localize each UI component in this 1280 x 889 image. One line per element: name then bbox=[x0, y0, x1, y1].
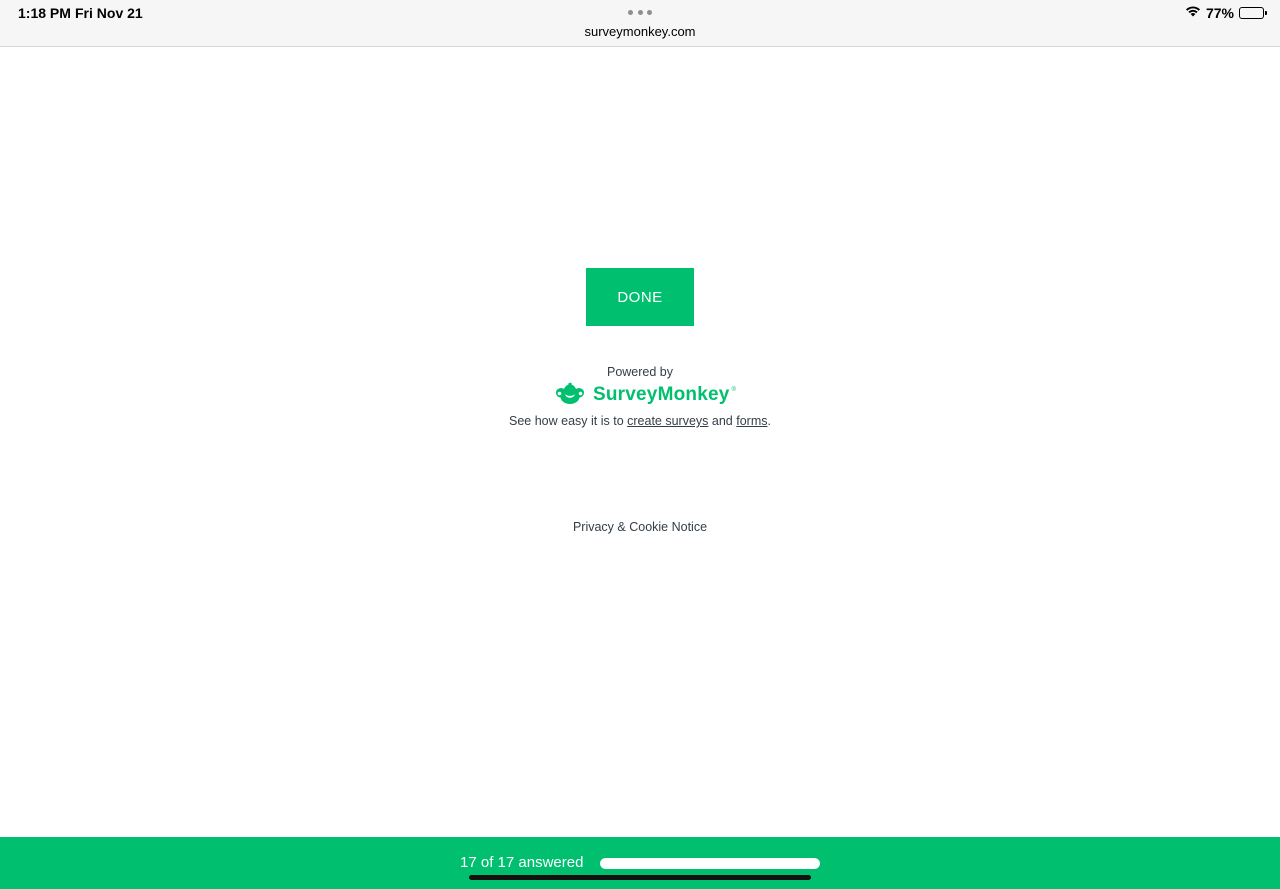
status-date: Fri Nov 21 bbox=[75, 5, 143, 21]
create-surveys-link[interactable]: create surveys bbox=[627, 414, 708, 428]
surveymonkey-wordmark: SurveyMonkey bbox=[593, 384, 730, 405]
browser-top-bar: 1:18 PM Fri Nov 21 surveymonkey.com 77% bbox=[0, 0, 1280, 47]
promo-text: See how easy it is to create surveys and… bbox=[0, 414, 1280, 428]
home-indicator[interactable] bbox=[469, 875, 811, 880]
status-time: 1:18 PM bbox=[18, 5, 71, 21]
forms-link[interactable]: forms bbox=[736, 414, 767, 428]
more-dots-icon[interactable] bbox=[628, 10, 652, 16]
battery-percentage: 77% bbox=[1205, 5, 1234, 21]
address-bar-url[interactable]: surveymonkey.com bbox=[0, 24, 1280, 39]
answered-count: 17 of 17 answered bbox=[460, 854, 584, 871]
progress-bar bbox=[600, 858, 820, 869]
promo-prefix: See how easy it is to bbox=[509, 414, 628, 428]
privacy-notice: Privacy & Cookie Notice bbox=[0, 520, 1280, 534]
registered-mark: ® bbox=[731, 387, 736, 393]
privacy-cookie-notice-link[interactable]: Privacy & Cookie Notice bbox=[573, 520, 707, 534]
surveymonkey-logo-icon bbox=[553, 381, 587, 410]
done-button[interactable]: DONE bbox=[586, 268, 694, 326]
progress-bar-fill bbox=[600, 858, 820, 869]
powered-by-label: Powered by bbox=[606, 365, 673, 379]
progress-footer: 17 of 17 answered bbox=[0, 837, 1280, 889]
battery-icon bbox=[1239, 7, 1267, 19]
wifi-icon bbox=[1185, 4, 1201, 22]
promo-and: and bbox=[708, 414, 737, 428]
status-indicators: 77% bbox=[1185, 4, 1267, 22]
surveymonkey-logo[interactable]: SurveyMonkey ® bbox=[553, 381, 736, 409]
promo-period: . bbox=[767, 414, 771, 428]
